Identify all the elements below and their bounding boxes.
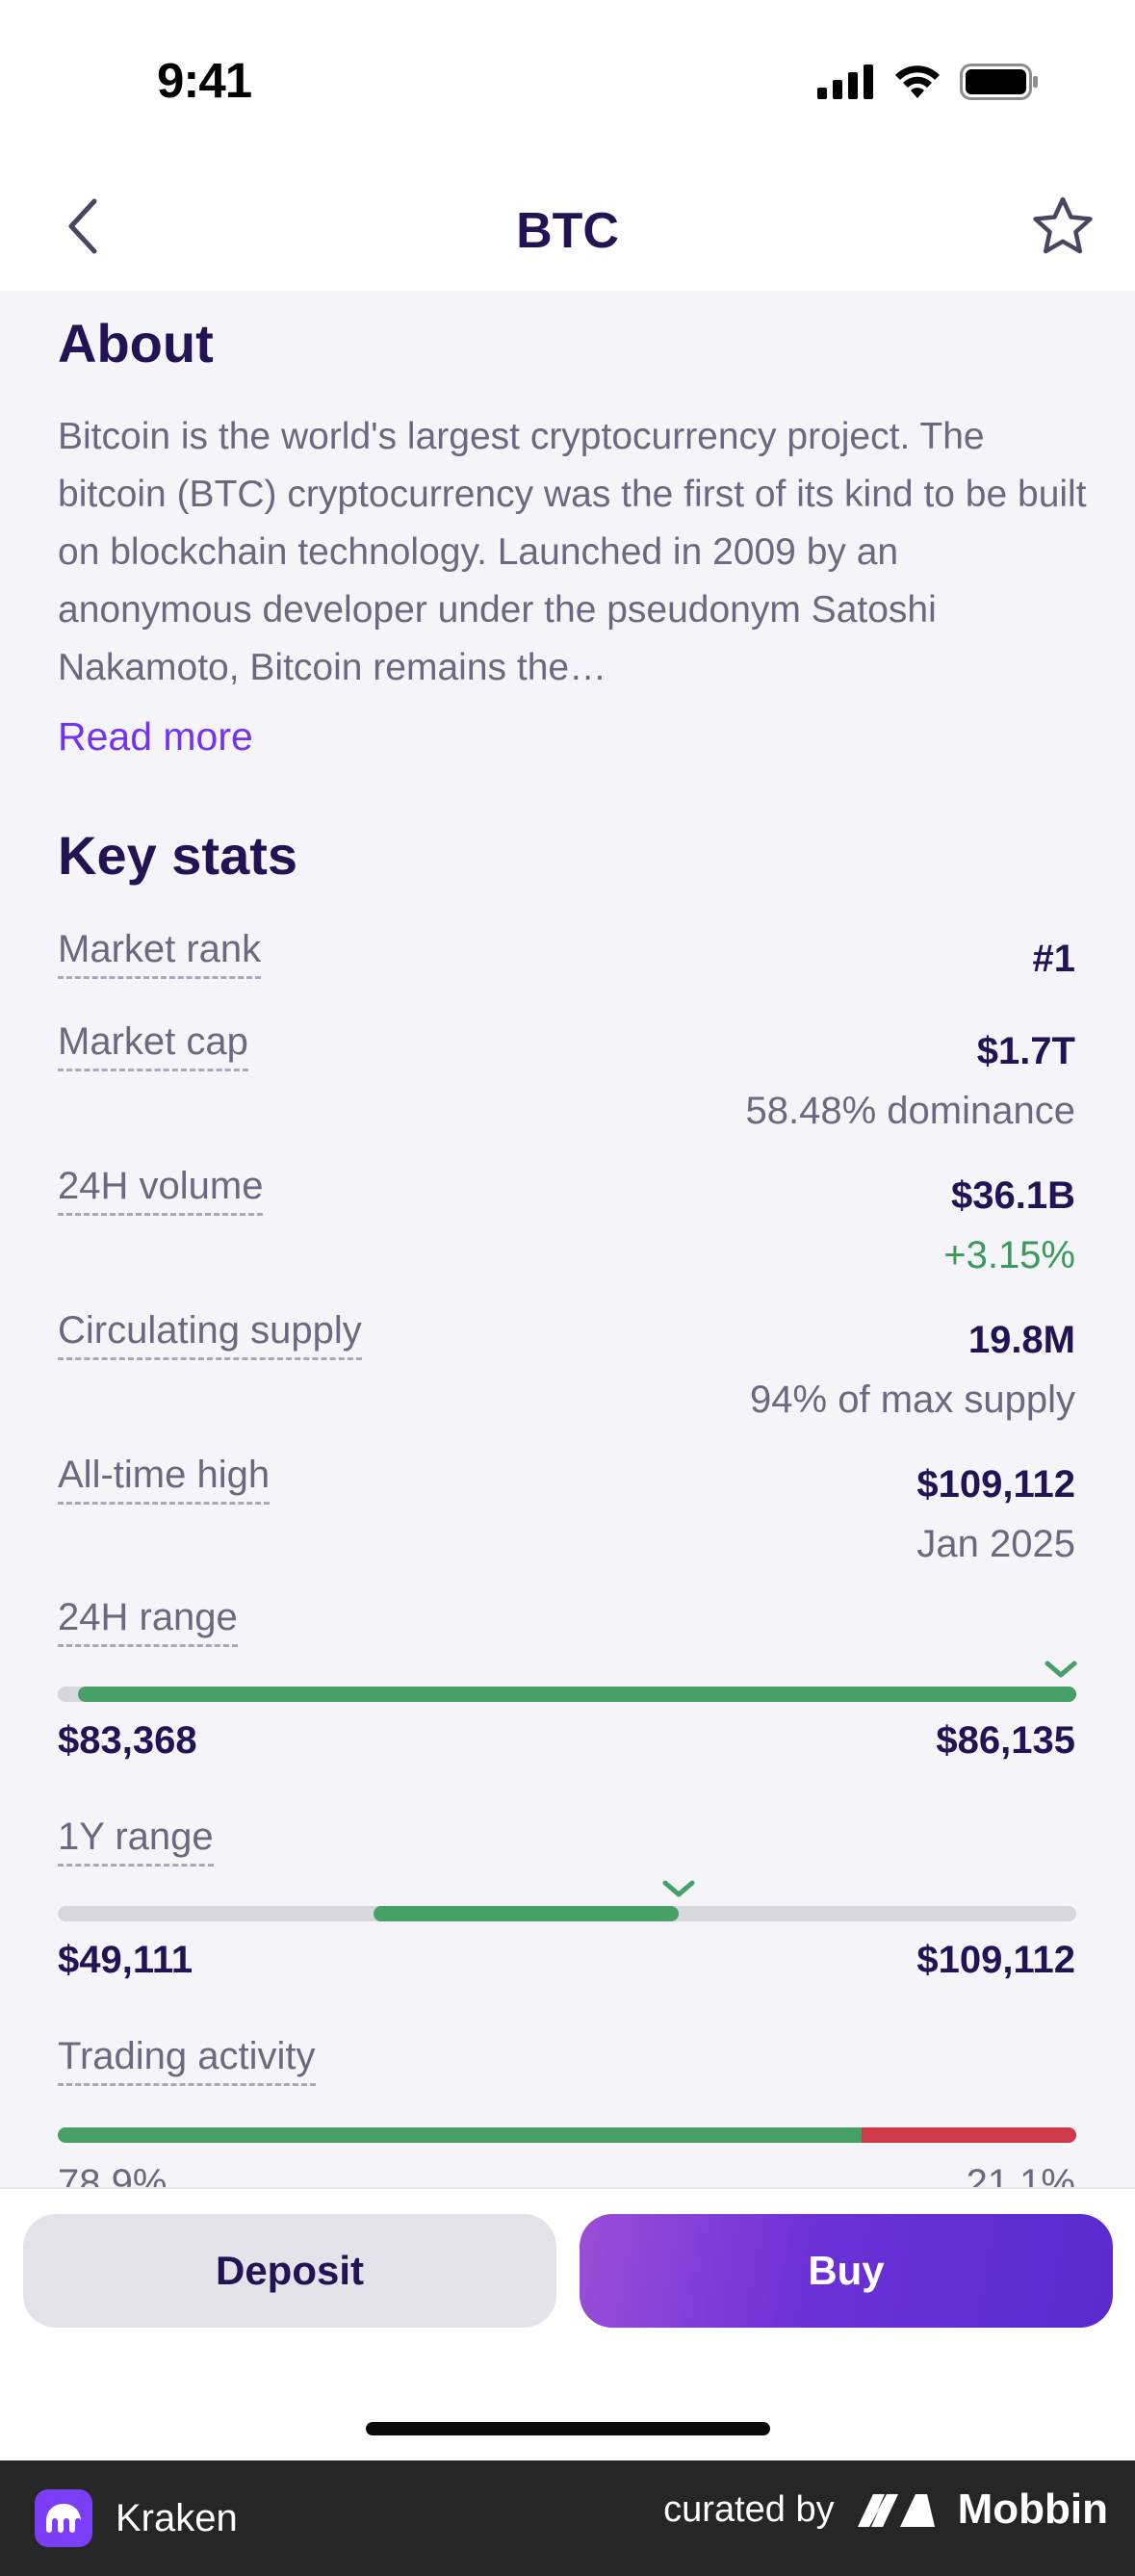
home-indicator[interactable]	[366, 2422, 770, 2435]
range-24h-track	[58, 1687, 1076, 1702]
bottom-action-bar: Deposit Buy	[0, 2187, 1135, 2457]
curated-by-text: curated by	[663, 2488, 835, 2530]
market-rank-label[interactable]: Market rank	[58, 926, 262, 979]
circulating-supply-sub: 94% of max supply	[750, 1378, 1075, 1421]
range-24h-high: $86,135	[936, 1719, 1075, 1762]
trading-activity-sell-pct: 21.1%	[966, 2162, 1075, 2187]
star-icon	[1033, 196, 1093, 254]
volume-24h-change: +3.15%	[943, 1234, 1075, 1276]
volume-24h-value: $36.1B	[951, 1174, 1075, 1217]
cellular-signal-icon	[817, 64, 873, 99]
status-bar: 9:41	[0, 0, 1135, 164]
market-rank-value: #1	[1032, 938, 1076, 980]
all-time-high-label[interactable]: All-time high	[58, 1452, 271, 1505]
all-time-high-value: $109,112	[916, 1463, 1075, 1506]
read-more-link[interactable]: Read more	[58, 714, 253, 760]
footer-bar: Kraken curated by Mobbin	[0, 2460, 1135, 2576]
range-1y-track	[58, 1906, 1076, 1921]
about-title: About	[58, 313, 214, 374]
content-scroll-area[interactable]: About Bitcoin is the world's largest cry…	[0, 291, 1135, 2187]
trading-activity-buy-segment	[58, 2127, 862, 2143]
range-1y-label[interactable]: 1Y range	[58, 1814, 214, 1867]
range-1y-high: $109,112	[916, 1939, 1075, 1981]
trading-activity-buy-pct: 78.9%	[58, 2162, 168, 2187]
mobbin-brand-text: Mobbin	[957, 2486, 1108, 2533]
range-24h-label[interactable]: 24H range	[58, 1594, 238, 1647]
circulating-supply-value: 19.8M	[967, 1319, 1075, 1361]
trading-activity-label[interactable]: Trading activity	[58, 2033, 316, 2086]
market-cap-label[interactable]: Market cap	[58, 1018, 248, 1071]
kraken-logo-icon	[46, 2504, 81, 2533]
all-time-high-date: Jan 2025	[916, 1523, 1075, 1565]
circulating-supply-label[interactable]: Circulating supply	[58, 1307, 362, 1360]
kraken-app-icon	[35, 2489, 92, 2547]
trading-activity-sell-segment	[861, 2127, 1076, 2143]
footer-credit: curated by Mobbin	[663, 2486, 1108, 2534]
about-description: Bitcoin is the world's largest cryptocur…	[58, 416, 1087, 688]
page-title: BTC	[516, 203, 619, 259]
key-stats-title: Key stats	[58, 825, 298, 886]
mobbin-logo-icon	[857, 2494, 935, 2527]
nav-bar: BTC	[0, 164, 1135, 291]
battery-icon	[960, 64, 1038, 100]
wifi-icon	[895, 65, 940, 98]
footer-app: Kraken	[35, 2489, 238, 2547]
range-24h-fill	[78, 1687, 1076, 1702]
market-cap-dominance: 58.48% dominance	[745, 1090, 1075, 1132]
range-1y-low: $49,111	[58, 1939, 193, 1981]
trading-activity-bar	[58, 2127, 1076, 2143]
buy-button[interactable]: Buy	[580, 2214, 1113, 2328]
status-icons	[817, 64, 1039, 100]
range-1y-fill	[373, 1906, 680, 1921]
market-cap-value: $1.7T	[976, 1030, 1075, 1072]
footer-app-name: Kraken	[116, 2496, 238, 2539]
status-time: 9:41	[157, 53, 252, 108]
range-1y-current-marker-icon	[662, 1880, 695, 1897]
deposit-button[interactable]: Deposit	[23, 2214, 556, 2328]
favorite-button[interactable]	[1029, 193, 1096, 260]
range-24h-low: $83,368	[58, 1719, 197, 1762]
volume-24h-label[interactable]: 24H volume	[58, 1163, 264, 1216]
range-24h-current-marker-icon	[1045, 1661, 1077, 1678]
